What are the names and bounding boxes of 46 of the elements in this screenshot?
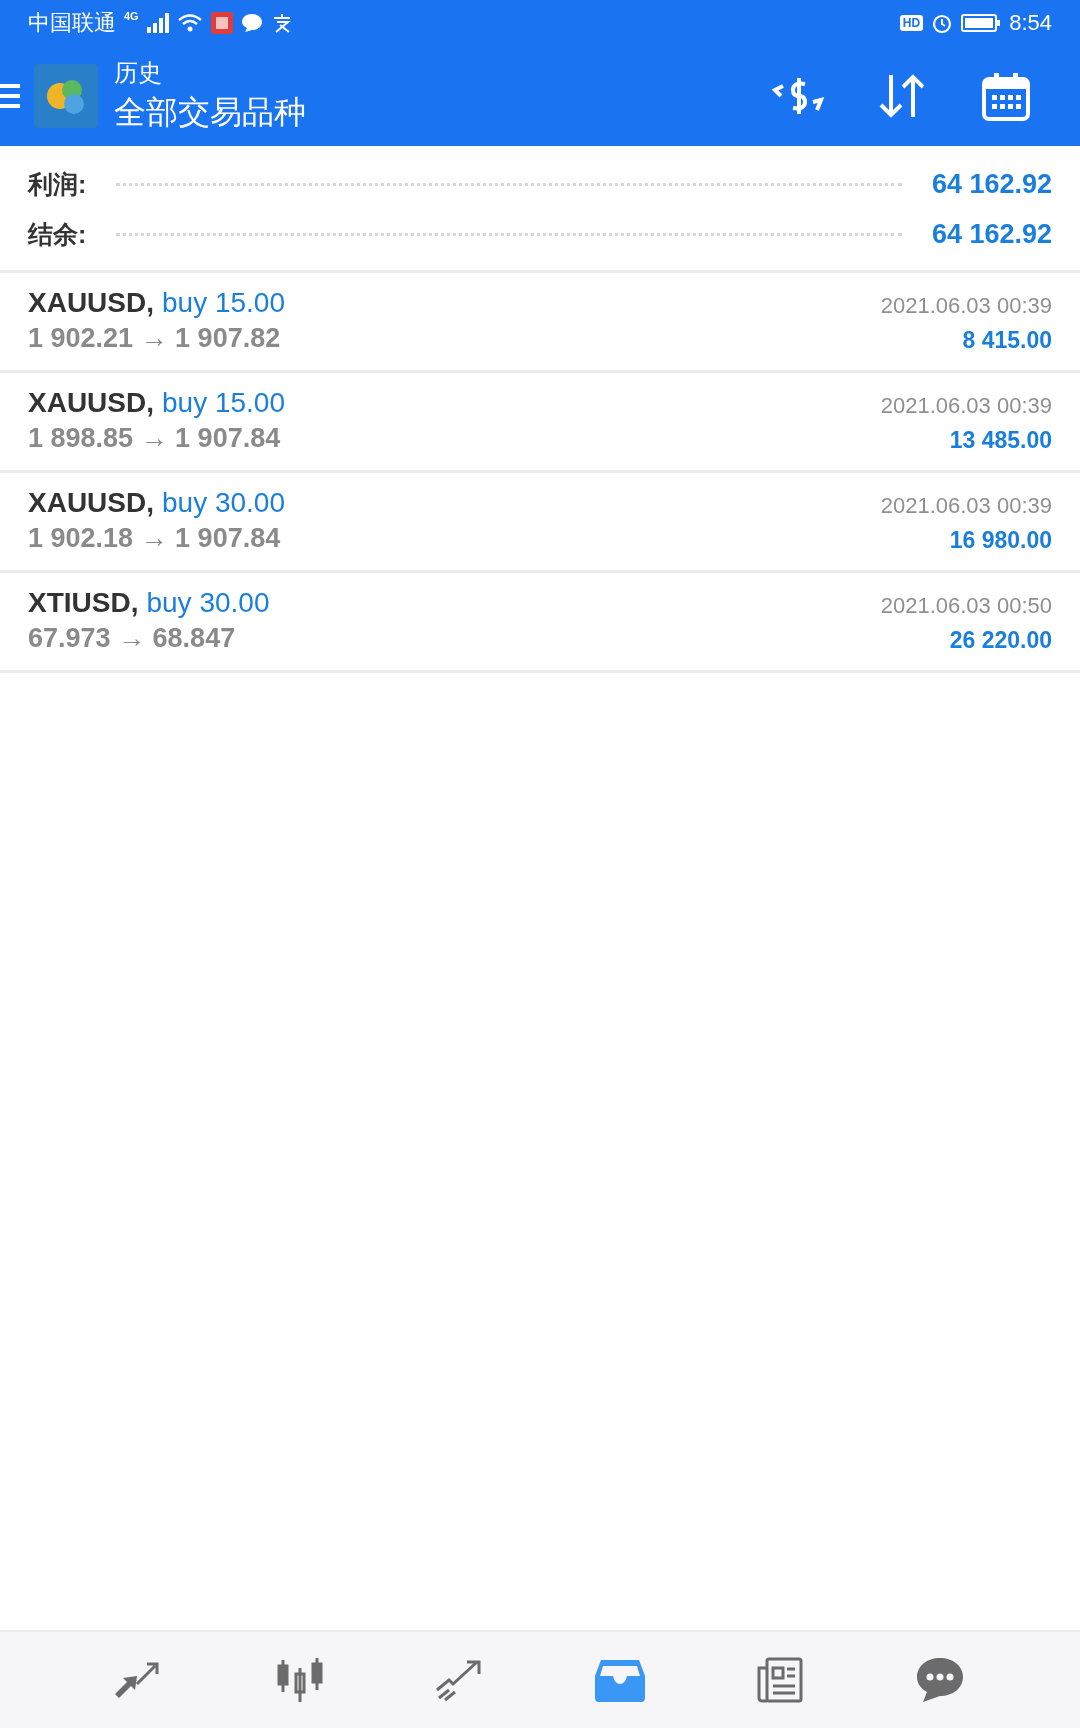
deal-profit: 16 980.00 — [949, 527, 1052, 554]
deal-prices: 67.973 → 68.847 — [28, 623, 236, 654]
symbol-filter[interactable]: 全部交易品种 — [114, 91, 306, 135]
summary-label: 结余: — [28, 218, 87, 250]
newspaper-icon — [755, 1656, 805, 1704]
deal-symbol: XAUUSD, — [28, 387, 154, 419]
wifi-icon — [176, 13, 203, 33]
clock-time: 8:54 — [1009, 10, 1052, 36]
hd-badge: HD — [899, 15, 924, 31]
deal-row[interactable]: XAUUSD, buy 15.00 1 898.85 → 1 907.84 2021.06.03 00:39 13 485.00 — [0, 373, 1080, 473]
deal-profit: 13 485.00 — [949, 427, 1052, 454]
deal-side: buy 30.00 — [162, 487, 285, 519]
deal-time: 2021.06.03 00:39 — [880, 293, 1052, 319]
deal-prices: 1 902.18 → 1 907.84 — [28, 523, 281, 554]
deal-side: buy 15.00 — [162, 287, 285, 319]
deal-row[interactable]: XAUUSD, buy 30.00 1 902.18 → 1 907.84 2021.06.03 00:39 16 980.00 — [0, 473, 1080, 573]
deal-row[interactable]: XTIUSD, buy 30.00 67.973 → 68.847 2021.06.03 00:50 26 220.00 — [0, 573, 1080, 673]
summary-label: 利润: — [28, 168, 87, 200]
deal-prices: 1 898.85 → 1 907.84 — [28, 423, 281, 454]
message-icon — [240, 13, 263, 33]
deal-row[interactable]: XAUUSD, buy 15.00 1 902.21 → 1 907.82 2021.06.03 00:39 8 415.00 — [0, 273, 1080, 373]
summary-value: 64 162.92 — [931, 168, 1052, 200]
deal-time: 2021.06.03 00:39 — [880, 493, 1052, 519]
deal-time: 2021.06.03 00:39 — [880, 393, 1052, 419]
deal-symbol: XAUUSD, — [28, 487, 154, 519]
app-logo — [34, 64, 98, 128]
carrier-name: 中国联通 — [28, 9, 116, 37]
deal-symbol: XAUUSD, — [28, 287, 154, 319]
chat-icon — [915, 1656, 965, 1704]
menu-icon[interactable] — [0, 82, 20, 110]
app-notification-icon — [210, 12, 233, 34]
deal-profit: 26 220.00 — [949, 627, 1052, 654]
summary-value: 64 162.92 — [931, 218, 1052, 250]
network-type: 4G — [124, 10, 139, 22]
screen-title: 历史 — [114, 58, 163, 88]
signal-icon — [146, 13, 169, 33]
deal-symbol: XTIUSD, — [28, 587, 139, 619]
battery-icon — [961, 13, 1002, 33]
inbox-icon — [595, 1658, 645, 1702]
deal-side: buy 15.00 — [162, 387, 285, 419]
alarm-icon — [931, 12, 954, 34]
deal-side: buy 30.00 — [146, 587, 270, 619]
deal-profit: 8 415.00 — [962, 327, 1052, 354]
deal-prices: 1 902.21 → 1 907.82 — [28, 323, 281, 354]
candlestick-icon — [275, 1656, 325, 1704]
deal-time: 2021.06.03 00:50 — [880, 593, 1052, 619]
